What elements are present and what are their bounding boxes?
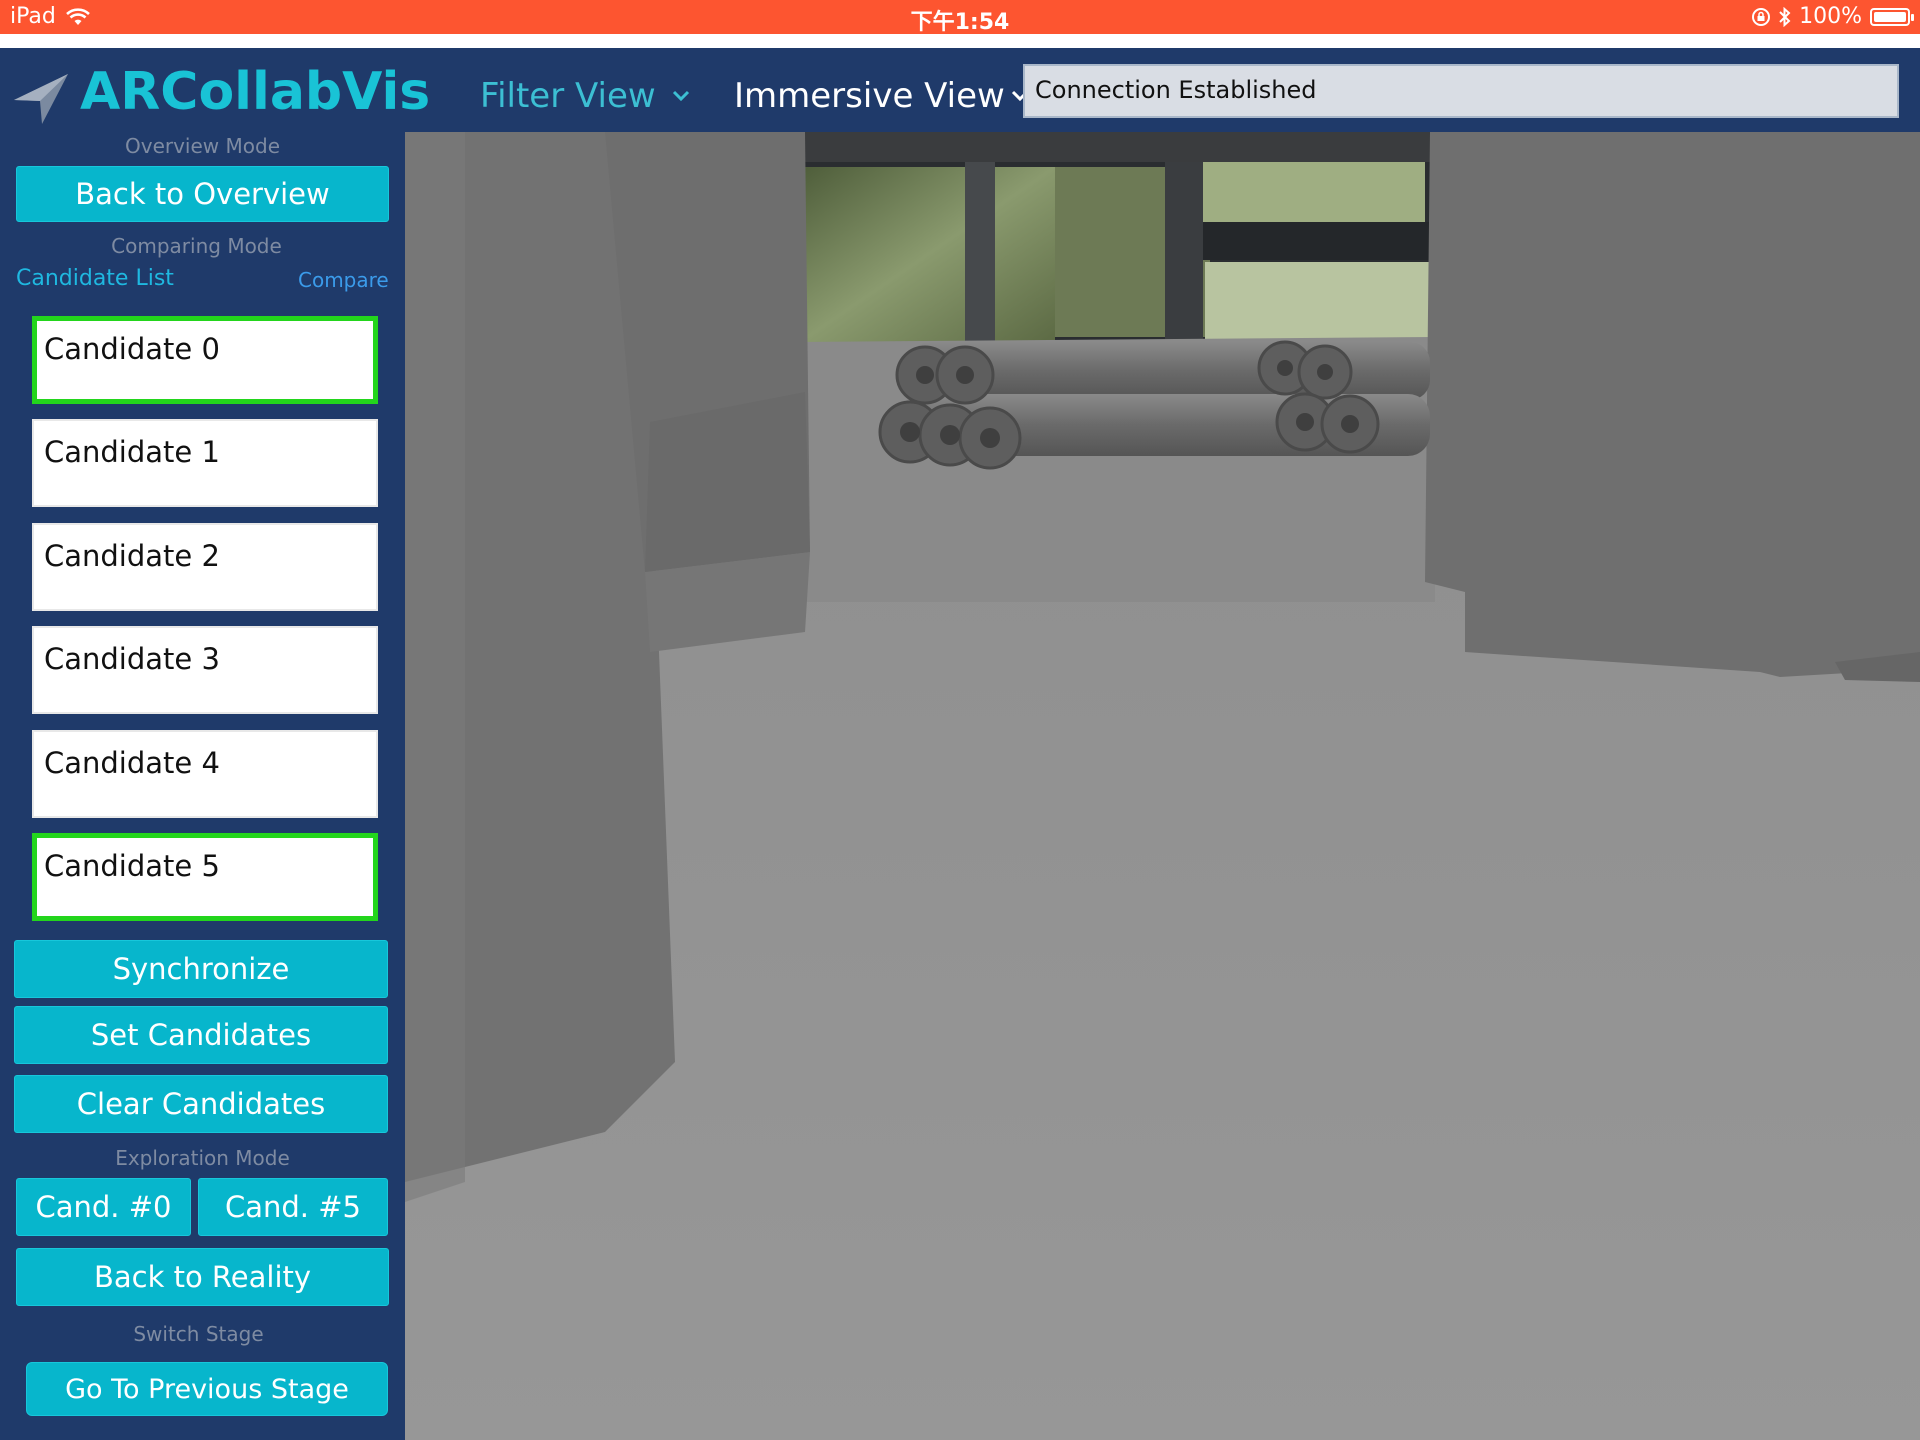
battery-icon [1870, 7, 1914, 26]
lock-rotation-icon [1751, 7, 1771, 27]
ar-scene-view[interactable] [405, 132, 1920, 1440]
back-to-overview-button[interactable]: Back to Overview [16, 166, 389, 222]
connection-status-field[interactable]: Connection Established [1023, 64, 1899, 118]
comparing-mode-label: Comparing Mode [111, 234, 282, 258]
compare-link[interactable]: Compare [298, 268, 389, 292]
pipes-graphic [878, 340, 1430, 470]
candidate-list-link[interactable]: Candidate List [16, 266, 174, 291]
filter-view-menu[interactable]: Filter View [480, 76, 690, 116]
switch-stage-label: Switch Stage [133, 1322, 264, 1346]
candidate-label: Candidate 5 [44, 849, 220, 883]
back-to-reality-button[interactable]: Back to Reality [16, 1248, 389, 1306]
bluetooth-icon [1779, 6, 1791, 27]
chevron-down-icon [672, 90, 689, 102]
candidate-label: Candidate 2 [44, 539, 220, 573]
status-separator [0, 34, 1920, 48]
synchronize-button[interactable]: Synchronize [14, 940, 388, 998]
candidate-item-3[interactable]: Candidate 3 [32, 626, 378, 714]
clear-candidates-button[interactable]: Clear Candidates [14, 1075, 388, 1133]
candidate-item-0[interactable]: Candidate 0 [32, 316, 378, 404]
nav-bar: ARCollabVis Filter View Immersive View C… [0, 48, 1920, 132]
candidate-item-1[interactable]: Candidate 1 [32, 419, 378, 507]
filter-view-label: Filter View [480, 76, 656, 116]
sidebar: Overview Mode Back to Overview Comparing… [0, 132, 405, 1440]
candidate-item-5[interactable]: Candidate 5 [32, 833, 378, 921]
location-arrow-icon [14, 74, 68, 124]
candidate-label: Candidate 3 [44, 642, 220, 676]
previous-stage-button[interactable]: Go To Previous Stage [26, 1362, 388, 1416]
overview-mode-label: Overview Mode [124, 134, 280, 158]
candidate-label: Candidate 4 [44, 746, 220, 780]
immersive-view-label: Immersive View [734, 76, 1005, 116]
exploration-mode-label: Exploration Mode [115, 1146, 290, 1170]
ar-scene-graphic [405, 132, 1920, 1440]
cand-0-button[interactable]: Cand. #0 [16, 1178, 191, 1236]
status-bar: iPad 下午1:54 100% [0, 0, 1920, 35]
candidate-label: Candidate 1 [44, 435, 220, 469]
immersive-view-menu[interactable]: Immersive View [734, 76, 1029, 116]
cand-5-button[interactable]: Cand. #5 [198, 1178, 388, 1236]
app-title: ARCollabVis [80, 62, 431, 122]
status-time: 下午1:54 [910, 10, 1010, 35]
set-candidates-button[interactable]: Set Candidates [14, 1006, 388, 1064]
candidate-item-4[interactable]: Candidate 4 [32, 730, 378, 818]
battery-percent: 100% [1799, 4, 1862, 29]
candidate-item-2[interactable]: Candidate 2 [32, 523, 378, 611]
candidate-label: Candidate 0 [44, 332, 220, 366]
